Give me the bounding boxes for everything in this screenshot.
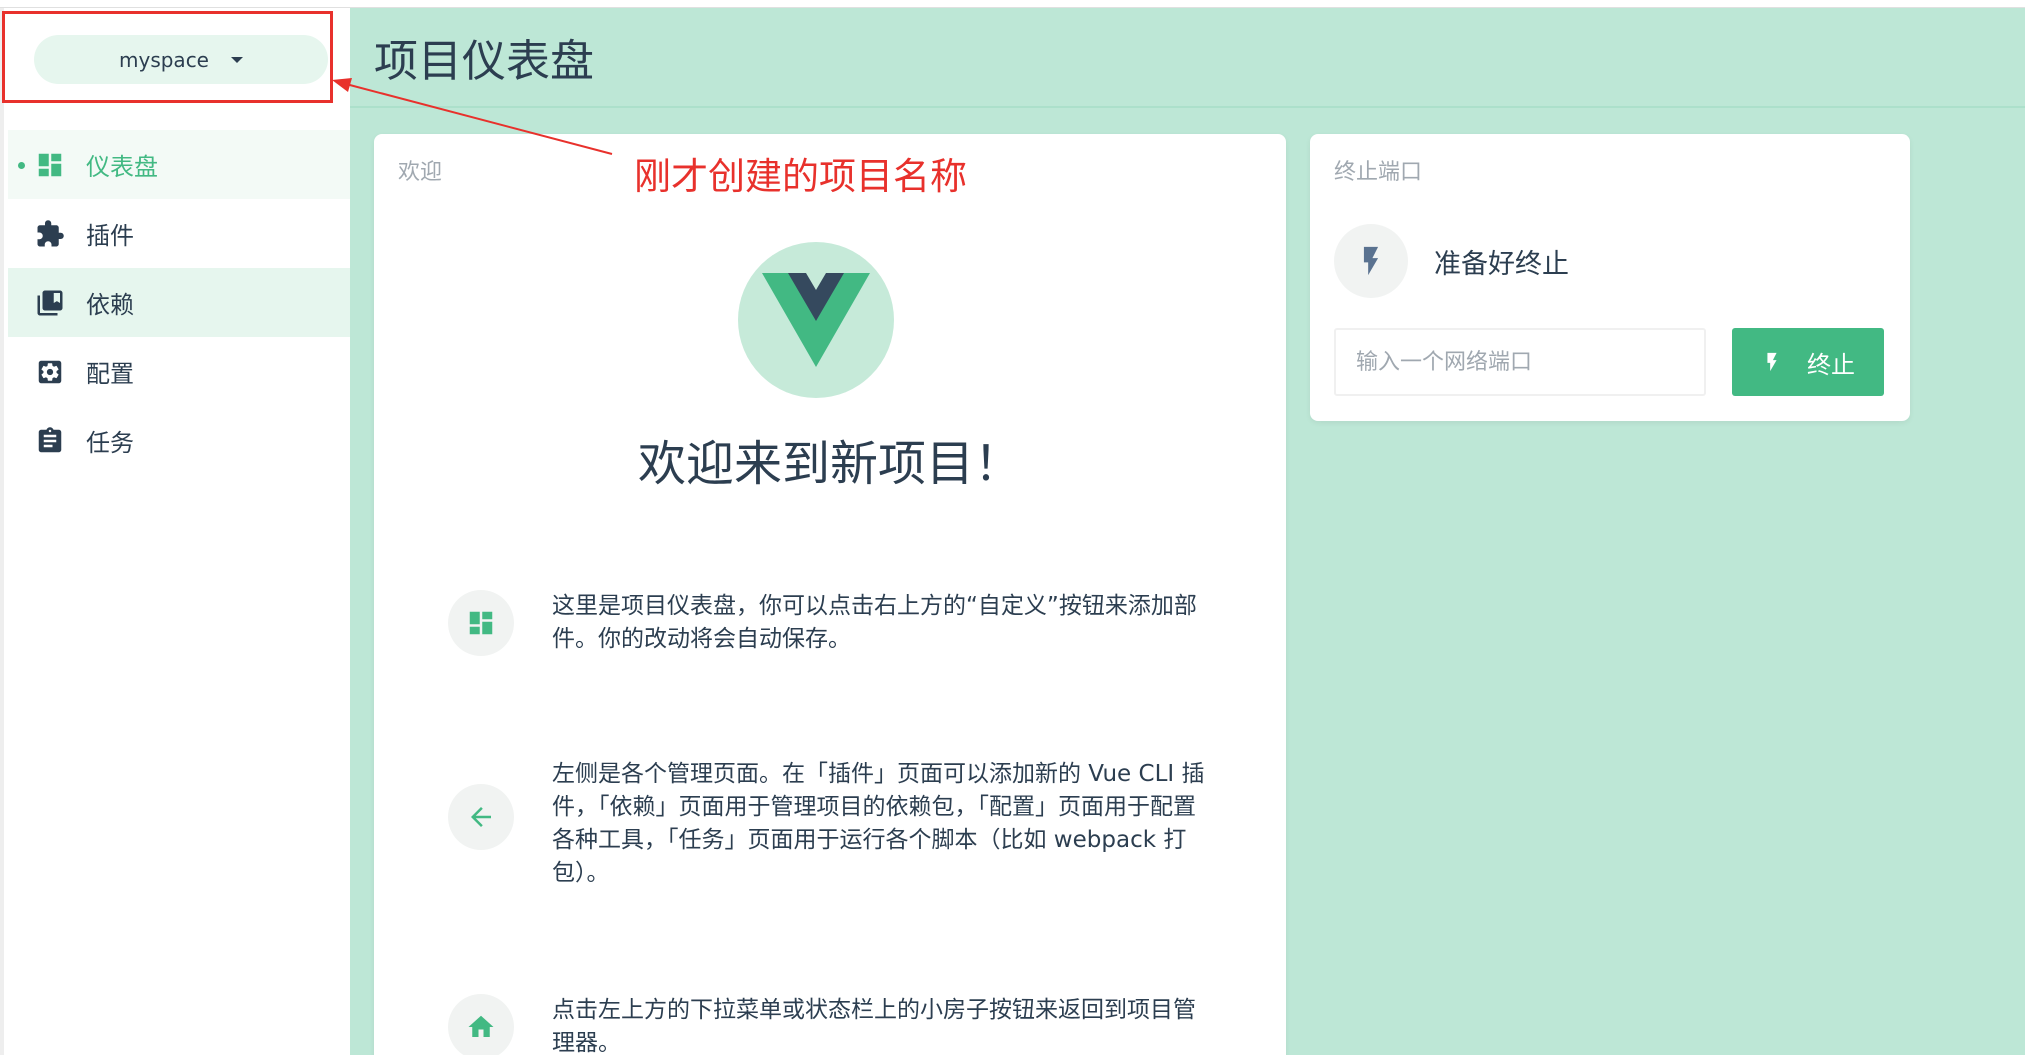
page-title: 项目仪表盘: [374, 36, 594, 87]
widget-title: 欢迎: [398, 160, 443, 185]
sidebar-item-dashboard[interactable]: 仪表盘: [8, 130, 354, 199]
widget-title: 终止端口: [1334, 160, 1423, 185]
dashboard-icon: [34, 149, 66, 181]
sidebar-item-configuration[interactable]: 配置: [8, 337, 354, 406]
vue-logo-icon: [738, 242, 894, 398]
active-indicator: [18, 162, 25, 169]
kill-port-widget: 终止端口 准备好终止 终止: [1310, 134, 1910, 421]
bolt-icon: [1767, 352, 1777, 372]
sidebar-item-label: 依赖: [86, 291, 134, 319]
sidebar-nav: 仪表盘 插件 依赖 配置 任务: [8, 130, 354, 475]
welcome-heading: 欢迎来到新项目！: [637, 436, 1022, 492]
sidebar: myspace 仪表盘 插件 依赖 配置 任务: [0, 8, 354, 1055]
sidebar-item-plugins[interactable]: 插件: [8, 199, 354, 268]
sidebar-item-label: 仪表盘: [86, 153, 158, 181]
kill-button[interactable]: 终止: [1732, 328, 1884, 396]
annotation-highlight-box: [2, 11, 333, 103]
tip-item: 这里是项目仪表盘，你可以点击右上方的“自定义”按钮来添加部件。你的改动将会自动保…: [448, 590, 1228, 656]
library-icon: [34, 287, 66, 319]
annotation-label: 刚才创建的项目名称: [634, 155, 967, 198]
tip-item: 左侧是各个管理页面。在「插件」页面可以添加新的 Vue CLI 插件，「依赖」页…: [448, 758, 1228, 890]
port-input[interactable]: [1334, 328, 1706, 396]
sidebar-item-label: 插件: [86, 222, 134, 250]
sidebar-item-label: 任务: [86, 429, 134, 457]
kill-status: 准备好终止: [1334, 224, 1569, 298]
kill-status-text: 准备好终止: [1434, 248, 1569, 280]
kill-button-label: 终止: [1807, 350, 1855, 379]
tip-item: 点击左上方的下拉菜单或状态栏上的小房子按钮来返回到项目管理器。: [448, 994, 1228, 1055]
clipboard-icon: [34, 425, 66, 457]
sidebar-item-tasks[interactable]: 任务: [8, 406, 354, 475]
tip-text: 点击左上方的下拉菜单或状态栏上的小房子按钮来返回到项目管理器。: [552, 997, 1196, 1055]
bolt-icon: [1334, 224, 1408, 298]
main-content: 项目仪表盘 欢迎 欢迎来到新项目！ 这里是项目仪表盘，你可以点击右上方的“自定义…: [350, 8, 2025, 1055]
arrow-left-icon: [448, 784, 514, 850]
settings-icon: [34, 356, 66, 388]
tip-text: 左侧是各个管理页面。在「插件」页面可以添加新的 Vue CLI 插件，「依赖」页…: [552, 761, 1205, 886]
sidebar-item-label: 配置: [86, 360, 134, 388]
page-header: 项目仪表盘: [350, 8, 2025, 108]
home-icon: [448, 994, 514, 1055]
window-top-strip: [0, 0, 2025, 8]
puzzle-icon: [34, 218, 66, 250]
sidebar-item-dependencies[interactable]: 依赖: [8, 268, 354, 337]
tip-text: 这里是项目仪表盘，你可以点击右上方的“自定义”按钮来添加部件。你的改动将会自动保…: [552, 593, 1197, 652]
welcome-widget: 欢迎 欢迎来到新项目！ 这里是项目仪表盘，你可以点击右上方的“自定义”按钮来添加…: [374, 134, 1286, 1055]
dashboard-icon: [448, 590, 514, 656]
